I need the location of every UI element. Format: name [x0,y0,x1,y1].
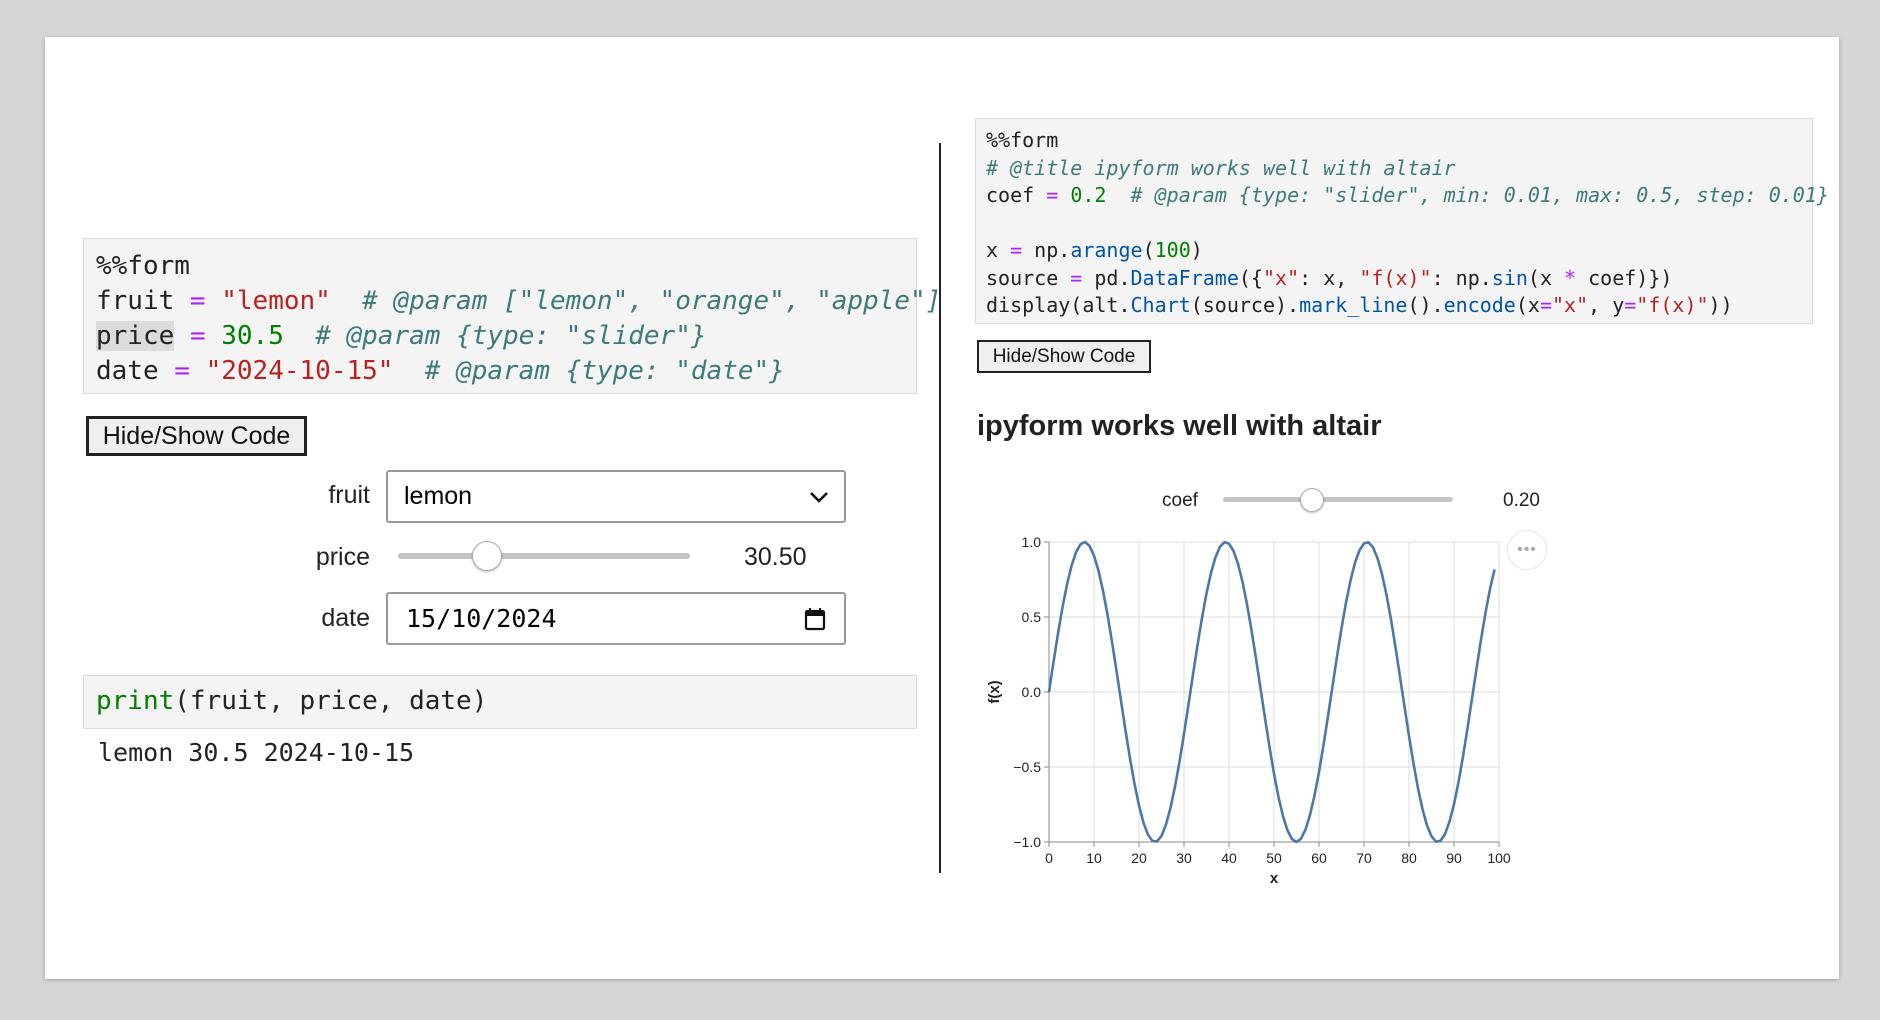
code-line: %%form [986,128,1059,152]
x-tick-label: 70 [1356,850,1372,866]
chevron-down-icon [810,492,828,503]
altair-line-chart: 0 10 20 30 40 50 60 70 80 90 100 1.0 0.5 0.0 −0.5 −1.0 x… [986,534,1511,887]
date-input[interactable]: 15/10/2024 [386,592,846,645]
code-cell-form[interactable]: %%form fruit = "lemon" # @param ["lemon",… [83,238,942,394]
print-output: lemon 30.5 2024-10-15 [98,738,415,767]
price-slider-handle[interactable] [472,541,503,571]
code-line: display(alt.Chart(source).mark_line().en… [986,293,1733,317]
code-line: date = "2024-10-15" # @param {type: "dat… [96,356,785,386]
fruit-select-value: lemon [404,482,473,510]
date-input-value: 15/10/2024 [406,604,557,633]
code-line: fruit = "lemon" # @param ["lemon", "oran… [96,286,942,316]
y-tick-label: 1.0 [1022,534,1042,550]
y-tick-label: 0.5 [1022,609,1042,625]
x-tick-label: 80 [1401,850,1417,866]
y-tick-label: 0.0 [1022,684,1042,700]
code-line: price = 30.5 # @param {type: "slider"} [96,321,707,351]
code-cell-altair[interactable]: %%form # @title ipyform works well with a… [975,118,1829,324]
x-tick-label: 60 [1311,850,1327,866]
fruit-select[interactable]: lemon [386,470,846,523]
form-title: ipyform works well with altair [977,410,1382,442]
x-tick-label: 0 [1045,850,1053,866]
hide-show-code-button-right[interactable]: Hide/Show Code [977,340,1151,373]
y-tick-label: −0.5 [1013,759,1041,775]
coef-slider-track[interactable] [1223,497,1453,502]
date-label: date [321,604,370,632]
x-tick-label: 50 [1266,850,1282,866]
price-value: 30.50 [744,543,807,571]
y-tick-label: −1.0 [1013,834,1041,850]
x-tick-label: 30 [1176,850,1192,866]
code-line: print(fruit, price, date) [96,686,488,716]
code-line: coef = 0.2 # @param {type: "slider", min… [986,183,1829,207]
code-line: %%form [96,251,190,281]
x-axis-title: x [1270,870,1279,887]
calendar-icon[interactable] [804,607,826,631]
coef-label: coef [1162,490,1198,511]
code-line: x = np.arange(100) [986,238,1203,262]
column-divider [939,143,941,873]
x-tick-label: 100 [1487,850,1511,866]
coef-value: 0.20 [1503,490,1540,511]
code-line: # @title ipyform works well with altair [986,155,1456,180]
price-label: price [315,543,370,571]
x-tick-label: 10 [1086,850,1102,866]
fruit-label: fruit [328,481,370,509]
x-tick-label: 20 [1131,850,1147,866]
code-line: source = pd.DataFrame({"x": x, "f(x)": n… [986,265,1673,290]
y-axis-title: f(x) [986,680,1003,703]
code-cell-print[interactable]: print(fruit, price, date) [83,675,917,729]
hide-show-code-button[interactable]: Hide/Show Code [86,416,307,456]
price-slider-track[interactable] [398,553,690,559]
x-tick-label: 90 [1446,850,1462,866]
x-tick-label: 40 [1221,850,1237,866]
